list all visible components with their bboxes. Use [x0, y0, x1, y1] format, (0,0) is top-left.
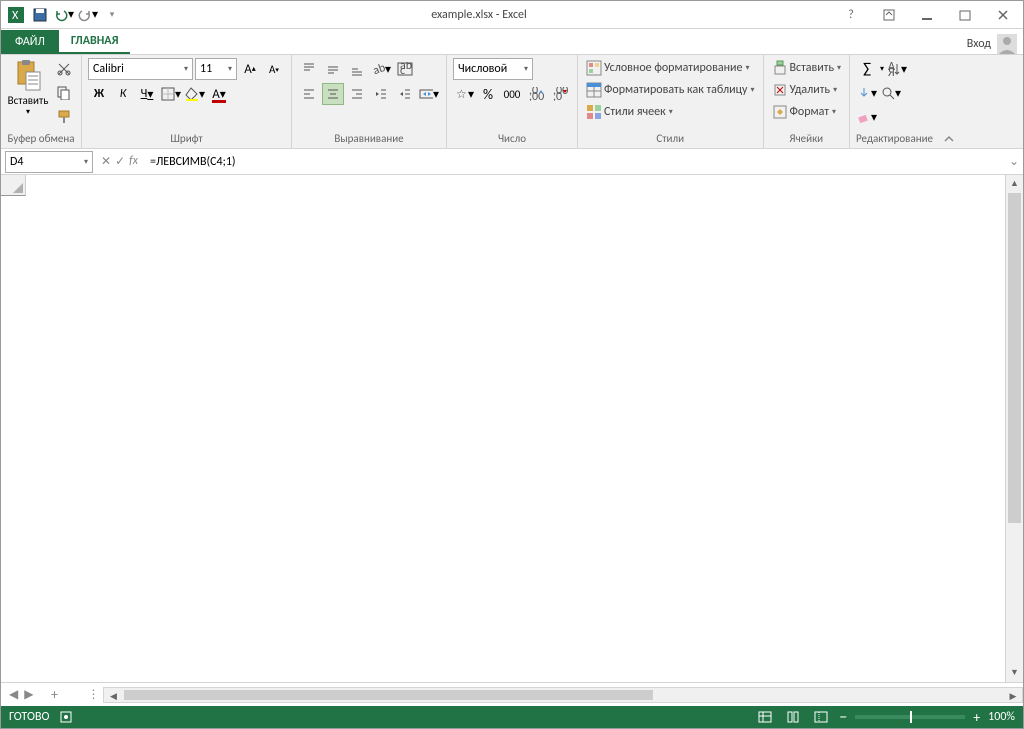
decrease-indent-icon[interactable]: [370, 83, 392, 105]
zoom-level[interactable]: 100%: [988, 710, 1015, 724]
fx-icon[interactable]: fx: [129, 154, 138, 169]
macro-record-icon[interactable]: [59, 710, 73, 724]
collapse-ribbon-icon[interactable]: [939, 55, 959, 148]
vertical-scrollbar[interactable]: ▲ ▼: [1005, 175, 1023, 682]
number-format-combo[interactable]: Числовой▾: [453, 58, 533, 80]
align-left-icon[interactable]: [298, 83, 320, 105]
undo-icon[interactable]: ▾: [53, 4, 75, 26]
normal-view-icon[interactable]: [755, 709, 775, 725]
minimize-icon[interactable]: [913, 5, 941, 25]
orientation-icon[interactable]: ab▾: [370, 58, 392, 80]
group-align-label: Выравнивание: [298, 130, 440, 148]
conditional-formatting-button[interactable]: Условное форматирование▾: [584, 58, 751, 78]
group-font-label: Шрифт: [88, 130, 285, 148]
svg-text:☆: ☆: [456, 88, 467, 101]
svg-text:ab: ab: [371, 62, 385, 76]
delete-cells-button[interactable]: Удалить▾: [770, 80, 840, 100]
increase-font-icon[interactable]: A▴: [239, 58, 261, 80]
group-number-label: Число: [453, 130, 571, 148]
currency-icon[interactable]: ☆▾: [453, 83, 475, 105]
svg-text:X: X: [12, 9, 19, 23]
increase-decimal-icon[interactable]: ,0,00: [525, 83, 547, 105]
svg-text:Я: Я: [888, 66, 895, 76]
font-color-button[interactable]: A▾: [208, 83, 230, 105]
sheet-nav-prev-icon[interactable]: ◀: [9, 687, 18, 702]
merge-cells-icon[interactable]: ▾: [418, 83, 440, 105]
autosum-icon[interactable]: ∑: [856, 58, 878, 80]
group-editing-label: Редактирование: [856, 130, 933, 148]
qat-customize-icon[interactable]: ▾: [101, 4, 123, 26]
underline-button[interactable]: Ч▾: [136, 83, 158, 105]
decrease-font-icon[interactable]: A▾: [263, 58, 285, 80]
tab-главная[interactable]: ГЛАВНАЯ: [59, 30, 131, 54]
group-cells-label: Ячейки: [770, 130, 844, 148]
decrease-decimal-icon[interactable]: ,00,0: [549, 83, 571, 105]
group-clipboard-label: Буфер обмена: [7, 130, 75, 148]
svg-text:,0: ,0: [553, 90, 562, 101]
maximize-icon[interactable]: [951, 5, 979, 25]
clear-icon[interactable]: ▾: [856, 106, 878, 128]
page-layout-view-icon[interactable]: [783, 709, 803, 725]
ribbon: Вставить ▾ Буфер обмена Calibri▾ 11▾ A▴ …: [1, 55, 1023, 149]
ribbon-options-icon[interactable]: [875, 5, 903, 25]
fill-icon[interactable]: ▾: [856, 82, 878, 104]
excel-app-icon: X: [5, 4, 27, 26]
align-middle-icon[interactable]: [322, 58, 344, 80]
ribbon-tabs: ФАЙЛ ГЛАВНАЯ Вход: [1, 29, 1023, 55]
format-as-table-button[interactable]: Форматировать как таблицу▾: [584, 80, 757, 100]
close-icon[interactable]: [989, 5, 1017, 25]
find-select-icon[interactable]: ▾: [880, 82, 902, 104]
horizontal-scrollbar[interactable]: ◀ ▶: [103, 687, 1023, 703]
format-painter-icon[interactable]: [53, 106, 75, 128]
align-bottom-icon[interactable]: [346, 58, 368, 80]
formula-input[interactable]: [146, 151, 1005, 173]
increase-indent-icon[interactable]: [394, 83, 416, 105]
enter-formula-icon[interactable]: ✓: [115, 154, 125, 169]
user-icon[interactable]: [997, 34, 1017, 54]
insert-cells-button[interactable]: Вставить▾: [770, 58, 844, 78]
wrap-text-icon[interactable]: abc: [394, 58, 416, 80]
group-styles-label: Стили: [584, 130, 757, 148]
window-title: example.xlsx - Excel: [127, 8, 831, 22]
align-center-icon[interactable]: [322, 83, 344, 105]
add-sheet-button[interactable]: +: [41, 686, 67, 703]
help-icon[interactable]: ?: [837, 5, 865, 25]
border-button[interactable]: ▾: [160, 83, 182, 105]
font-size-combo[interactable]: 11▾: [195, 58, 237, 80]
percent-icon[interactable]: %: [477, 83, 499, 105]
zoom-out-icon[interactable]: −: [839, 708, 847, 727]
cancel-formula-icon[interactable]: ✕: [101, 154, 111, 169]
svg-text:c: c: [400, 64, 405, 76]
signin-label[interactable]: Вход: [967, 37, 991, 51]
bold-button[interactable]: Ж: [88, 83, 110, 105]
align-top-icon[interactable]: [298, 58, 320, 80]
save-icon[interactable]: [29, 4, 51, 26]
sort-filter-icon[interactable]: AЯ▾: [886, 58, 908, 80]
copy-icon[interactable]: [53, 82, 75, 104]
font-name-combo[interactable]: Calibri▾: [88, 58, 193, 80]
expand-formula-icon[interactable]: ⌄: [1005, 154, 1023, 169]
redo-icon[interactable]: ▾: [77, 4, 99, 26]
name-box[interactable]: D4▾: [5, 151, 93, 173]
italic-button[interactable]: К: [112, 83, 134, 105]
cut-icon[interactable]: [53, 58, 75, 80]
fill-color-button[interactable]: ▾: [184, 83, 206, 105]
paste-button[interactable]: Вставить ▾: [7, 58, 49, 117]
zoom-slider[interactable]: [855, 715, 965, 719]
status-ready: ГОТОВО: [9, 710, 49, 724]
comma-icon[interactable]: 000: [501, 83, 523, 105]
sheet-nav-next-icon[interactable]: ▶: [24, 687, 33, 702]
zoom-in-icon[interactable]: +: [973, 709, 980, 726]
align-right-icon[interactable]: [346, 83, 368, 105]
chevron-down-icon: ▾: [26, 107, 30, 117]
tab-file[interactable]: ФАЙЛ: [1, 30, 59, 54]
cell-styles-button[interactable]: Стили ячеек▾: [584, 102, 675, 122]
format-cells-button[interactable]: Формат▾: [770, 102, 839, 122]
page-break-view-icon[interactable]: [811, 709, 831, 725]
select-all-corner[interactable]: [1, 175, 26, 196]
